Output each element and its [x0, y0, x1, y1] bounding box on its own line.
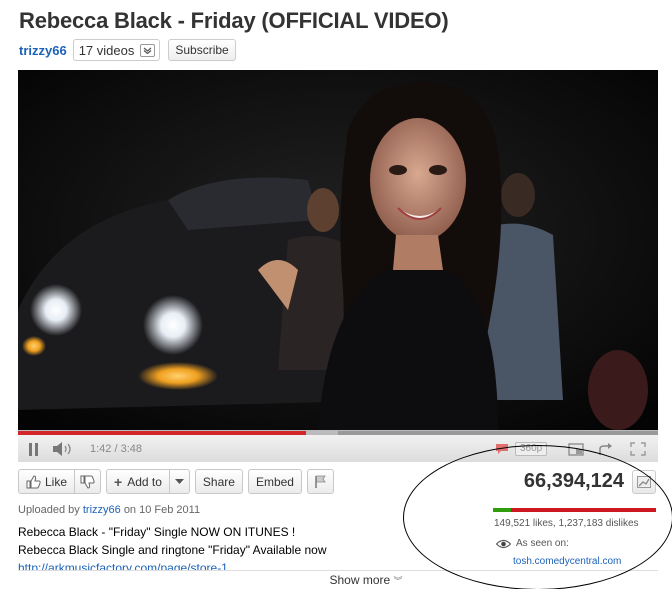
- show-more-button[interactable]: Show more ︾: [0, 573, 672, 587]
- chart-icon: [637, 476, 651, 488]
- show-more-label: Show more: [329, 573, 391, 587]
- upload-info: Uploaded by trizzy66 on 10 Feb 2011: [18, 504, 200, 516]
- view-count: 66,394,124: [523, 470, 624, 492]
- description-divider: [18, 570, 658, 571]
- quality-label: 360p: [515, 442, 548, 456]
- channel-row: trizzy66 17 videos Subscribe: [19, 38, 236, 62]
- channel-videos-label: 17 videos: [78, 42, 135, 58]
- likes-bar: [493, 508, 511, 512]
- upload-date: on 10 Feb 2011: [123, 504, 201, 516]
- like-group: Like: [18, 469, 102, 494]
- description-line-1: Rebecca Black - "Friday" Single NOW ON I…: [18, 525, 296, 539]
- annotations-icon[interactable]: [494, 441, 510, 457]
- like-dislike-ratio-bar: [493, 508, 656, 512]
- add-to-button[interactable]: + Add to: [106, 469, 170, 494]
- add-to-group: + Add to: [106, 469, 190, 494]
- action-bar: Like + Add to Share Embed: [18, 469, 339, 494]
- fullscreen-icon[interactable]: [628, 441, 648, 457]
- uploader-link[interactable]: trizzy66: [83, 504, 121, 516]
- eye-icon: [496, 539, 511, 549]
- progress-bar[interactable]: [18, 431, 658, 435]
- share-arrow-icon[interactable]: [596, 441, 616, 457]
- video-frame[interactable]: [18, 70, 658, 430]
- volume-icon[interactable]: [52, 441, 74, 457]
- quality-button[interactable]: 360p: [515, 441, 548, 457]
- thumbs-down-icon: [80, 475, 95, 489]
- upload-prefix: Uploaded by: [18, 504, 80, 516]
- share-button[interactable]: Share: [194, 469, 243, 494]
- video-title: Rebecca Black - Friday (OFFICIAL VIDEO): [19, 8, 449, 33]
- description-line-2: Rebecca Black Single and ringtone "Frida…: [18, 543, 327, 557]
- as-seen-on: As seen on:: [496, 538, 569, 549]
- channel-name[interactable]: trizzy66: [19, 43, 67, 58]
- dislike-button[interactable]: [75, 469, 102, 494]
- add-to-dropdown-button[interactable]: [169, 469, 190, 494]
- played-bar: [18, 431, 306, 435]
- video-description: Rebecca Black - "Friday" Single NOW ON I…: [18, 523, 388, 571]
- double-chevron-down-icon: ︾: [393, 576, 403, 586]
- popout-icon[interactable]: [566, 441, 586, 457]
- statistics-button[interactable]: [632, 470, 656, 494]
- seen-on-link[interactable]: tosh.comedycentral.com: [513, 556, 621, 567]
- flag-icon: [314, 475, 327, 489]
- flag-button[interactable]: [306, 469, 334, 494]
- add-to-label: Add to: [127, 474, 162, 489]
- pause-icon[interactable]: [26, 441, 42, 457]
- plus-icon: +: [114, 473, 123, 490]
- like-button[interactable]: Like: [18, 469, 76, 494]
- hand-drawn-circle-annotation: [403, 445, 672, 589]
- time-display: 1:42 / 3:48: [90, 443, 142, 455]
- thumbs-up-icon: [26, 474, 41, 489]
- subscribe-button[interactable]: Subscribe: [168, 39, 236, 61]
- stats-panel: 66,394,124: [486, 470, 656, 500]
- channel-videos-button[interactable]: 17 videos: [72, 39, 161, 61]
- embed-button[interactable]: Embed: [247, 469, 302, 494]
- as-seen-on-label: As seen on:: [516, 538, 569, 549]
- video-still-image: [18, 70, 658, 430]
- chevron-down-icon: [140, 43, 156, 57]
- caret-down-icon: [174, 478, 184, 485]
- like-label: Like: [45, 474, 68, 489]
- likes-dislikes-count: 149,521 likes, 1,237,183 dislikes: [494, 518, 639, 529]
- player-controls: 1:42 / 3:48 360p: [18, 430, 658, 462]
